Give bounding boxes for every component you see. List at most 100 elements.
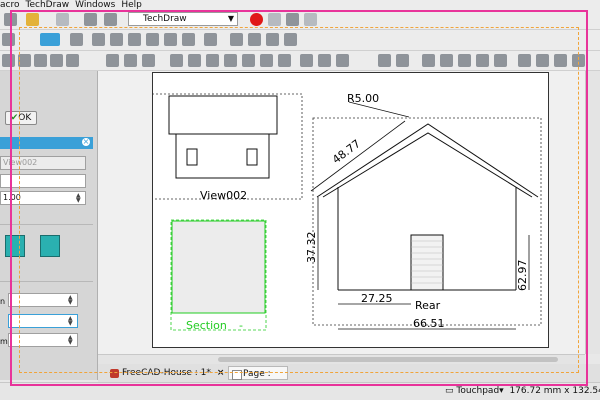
page-template-icon[interactable] — [18, 54, 31, 67]
tab-label: FreeCAD-House : 1* — [122, 368, 211, 378]
zoom-icon[interactable] — [40, 33, 60, 46]
horizontal-scrollbar[interactable] — [98, 354, 585, 364]
record-macro-icon[interactable] — [250, 13, 263, 26]
scale-field[interactable]: 1.00 ▲ ▼ — [0, 191, 86, 205]
menu-techdraw[interactable]: TechDraw — [25, 0, 69, 10]
monitor-icon: ▭ — [445, 386, 454, 396]
angle-3pt-dimension-icon[interactable] — [278, 54, 291, 67]
chevron-down-icon[interactable]: ▾ — [499, 386, 504, 396]
workbench-label: TechDraw — [143, 14, 187, 24]
slope-dimension[interactable]: 48.77 — [330, 137, 363, 166]
row-label: m — [0, 337, 8, 346]
surface-finish-icon[interactable] — [554, 54, 567, 67]
scroll-thumb[interactable] — [218, 357, 558, 362]
view-left-icon[interactable] — [182, 33, 195, 46]
geom-hatch-icon[interactable] — [396, 54, 409, 67]
link-icon[interactable] — [266, 33, 279, 46]
status-bar: ▭ Touchpad▾ 176.72 mm x 132.54 mm — [0, 382, 600, 400]
section-view-icon[interactable] — [124, 54, 137, 67]
radius-dimension[interactable]: R5.00 — [347, 92, 379, 105]
undo-icon[interactable] — [26, 13, 39, 26]
view-right-icon[interactable] — [128, 33, 141, 46]
link-actions-icon[interactable] — [284, 33, 297, 46]
run-macro-icon[interactable] — [304, 13, 317, 26]
detail-view-icon[interactable] — [142, 54, 155, 67]
close-icon[interactable]: × — [217, 368, 225, 378]
toggle-frames-icon[interactable] — [458, 54, 471, 67]
image-icon[interactable] — [440, 54, 453, 67]
page-default-icon[interactable] — [2, 54, 15, 67]
more-tools-icon[interactable] — [572, 54, 585, 67]
chevron-down-icon: ▼ — [227, 14, 234, 23]
symbol-icon[interactable] — [422, 54, 435, 67]
page-icon — [232, 370, 242, 380]
navigation-back-icon[interactable] — [2, 33, 15, 46]
macro-editor-icon[interactable] — [286, 13, 299, 26]
link-dimension-icon[interactable] — [300, 54, 313, 67]
right-height-dimension[interactable]: 62.97 — [516, 260, 529, 292]
view-name-field[interactable]: View002 — [0, 156, 86, 170]
menu-help[interactable]: Help — [121, 0, 142, 10]
width-dimension[interactable]: 66.51 — [413, 317, 445, 330]
door-offset-dimension[interactable]: 27.25 — [361, 292, 393, 305]
vertical-scrollbar[interactable] — [585, 71, 600, 354]
std-view-iso-icon[interactable] — [70, 33, 83, 46]
spinner-icon[interactable]: ▲ ▼ — [68, 316, 76, 327]
export-svg-icon[interactable] — [476, 54, 489, 67]
drawing-page[interactable]: View002 Section - R5.00 48.77 37.32 62.9… — [152, 72, 549, 348]
annotation-icon[interactable] — [518, 54, 531, 67]
diameter-dimension-icon[interactable] — [242, 54, 255, 67]
part-icon[interactable] — [230, 33, 243, 46]
menu-windows[interactable]: Windows — [75, 0, 115, 10]
section-suffix: - — [239, 319, 243, 332]
section-view[interactable] — [171, 220, 266, 314]
task-panel: ✔OK × View002 1.00 ▲ ▼ n ▲ ▼ ▲ ▼ m ▲ ▼ — [0, 71, 98, 380]
spinner-icon[interactable]: ▲ ▼ — [68, 335, 76, 346]
label-field[interactable] — [0, 174, 86, 188]
export-dxf-icon[interactable] — [494, 54, 507, 67]
view-insert-icon[interactable] — [50, 54, 63, 67]
view-front-icon[interactable] — [92, 33, 105, 46]
direction-up-icon[interactable] — [40, 235, 60, 257]
angle-dimension-icon[interactable] — [260, 54, 273, 67]
weld-symbol-icon[interactable] — [536, 54, 549, 67]
depth-field[interactable]: ▲ ▼ — [8, 333, 78, 347]
whats-this-icon[interactable] — [104, 13, 117, 26]
tab-page[interactable]: Page : 1*× — [228, 366, 288, 393]
ok-button[interactable]: ✔OK — [5, 111, 37, 125]
workbench-selector[interactable]: TechDraw ▼ — [128, 12, 238, 26]
view-bottom-icon[interactable] — [164, 33, 177, 46]
vertical-dimension-icon[interactable] — [206, 54, 219, 67]
new-file-icon[interactable] — [4, 13, 17, 26]
redraw-icon[interactable] — [34, 54, 47, 67]
horizontal-dimension-icon[interactable] — [188, 54, 201, 67]
stop-macro-icon[interactable] — [268, 13, 281, 26]
divider — [0, 281, 93, 282]
view-top-icon[interactable] — [110, 33, 123, 46]
group-icon[interactable] — [248, 33, 261, 46]
spinner-icon[interactable]: ▲ ▼ — [76, 193, 84, 204]
leader-icon[interactable] — [336, 54, 349, 67]
measure-icon[interactable] — [204, 33, 217, 46]
hatch-icon[interactable] — [378, 54, 391, 67]
redo-icon[interactable] — [56, 13, 69, 26]
navigation-style[interactable]: Touchpad — [456, 386, 499, 396]
view-name-value: View002 — [3, 158, 38, 167]
refresh-icon[interactable] — [84, 13, 97, 26]
projection-group-icon[interactable] — [106, 54, 119, 67]
offset-field[interactable]: ▲ ▼ — [8, 293, 78, 307]
left-height-dimension[interactable]: 37.32 — [305, 232, 318, 264]
balloon-icon[interactable] — [318, 54, 331, 67]
spinner-icon[interactable]: ▲ ▼ — [68, 295, 76, 306]
length-dimension-icon[interactable] — [170, 54, 183, 67]
tab-freecad-house[interactable]: FreeCAD-House : 1* × — [108, 366, 224, 380]
section-field[interactable]: ▲ ▼ — [8, 314, 78, 328]
view002-frame[interactable] — [153, 93, 303, 200]
collapse-icon[interactable]: × — [82, 138, 90, 146]
view-rear-icon[interactable] — [146, 33, 159, 46]
menu-macro[interactable]: acro — [0, 0, 19, 10]
radius-dimension-icon[interactable] — [224, 54, 237, 67]
direction-left-icon[interactable] — [5, 235, 25, 257]
task-panel-header: × — [0, 137, 93, 149]
active-view-icon[interactable] — [66, 54, 79, 67]
